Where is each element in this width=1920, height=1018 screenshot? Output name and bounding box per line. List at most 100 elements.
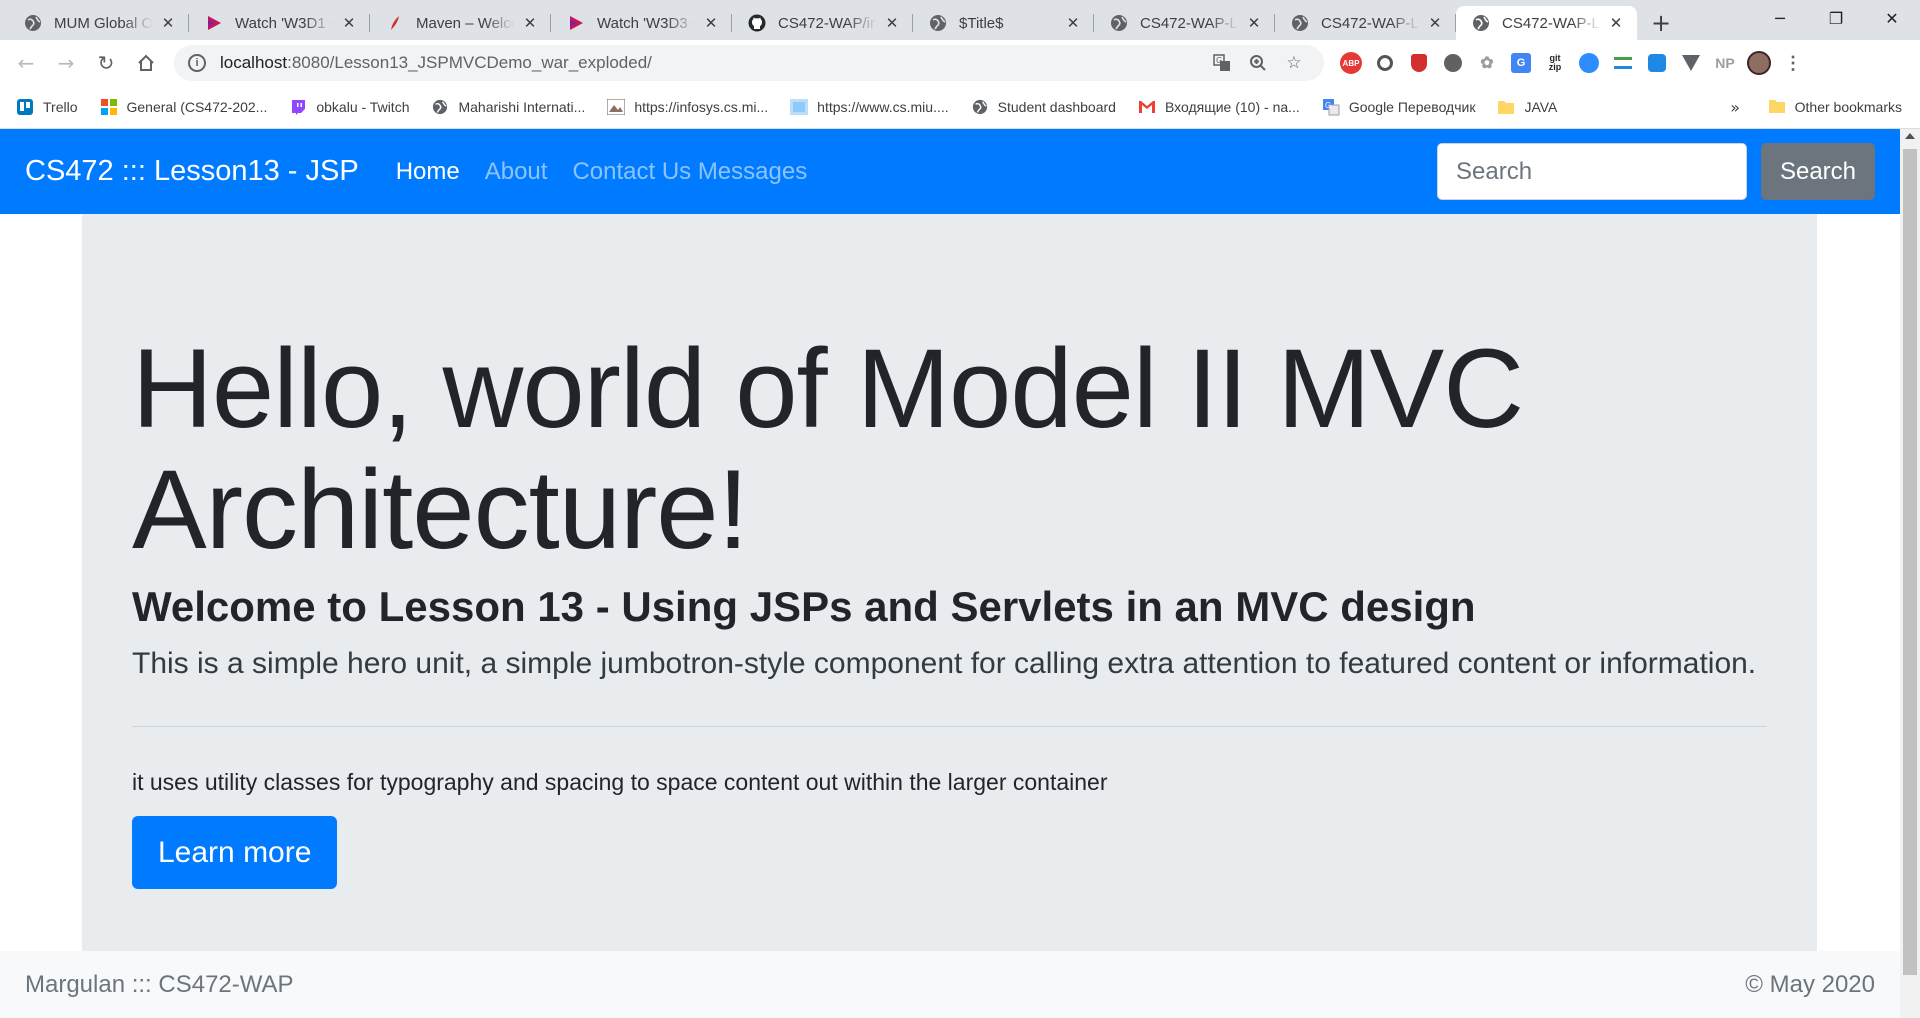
search-input[interactable] (1437, 143, 1747, 200)
bookmark-cs-miu[interactable]: https://www.cs.miu.... (790, 98, 949, 116)
vuejs-icon[interactable] (1674, 48, 1708, 78)
adblock-icon[interactable]: ABP (1334, 48, 1368, 78)
bookmark-star-icon[interactable]: ☆ (1276, 47, 1312, 79)
bookmarks-overflow-icon[interactable]: » (1730, 98, 1740, 117)
url-text[interactable]: localhost:8080/Lesson13_JSPMVCDemo_war_e… (220, 53, 1204, 73)
tab-title: Watch 'W3D1 - (235, 14, 334, 32)
feather-icon (386, 14, 404, 32)
globe-icon (1291, 14, 1309, 32)
svg-text:G: G (1216, 56, 1222, 65)
close-tab-icon[interactable]: ✕ (1426, 14, 1444, 32)
globe-icon (1472, 14, 1490, 32)
gitzip-icon[interactable]: git zip (1538, 48, 1572, 78)
url-path: :8080/Lesson13_JSPMVCDemo_war_exploded/ (287, 53, 652, 72)
close-tab-icon[interactable]: ✕ (521, 14, 539, 32)
close-tab-icon[interactable]: ✕ (1607, 14, 1625, 32)
browser-tab[interactable]: $Title$ ✕ (913, 6, 1094, 40)
forward-icon[interactable]: → (48, 45, 84, 81)
bookmark-label: https://www.cs.miu.... (817, 99, 949, 115)
reload-icon[interactable]: ↻ (88, 45, 124, 81)
bookmark-label: Maharishi Internati... (458, 99, 586, 115)
other-bookmarks[interactable]: Other bookmarks (1768, 98, 1902, 116)
bookmark-general[interactable]: General (CS472-202... (100, 98, 267, 116)
shield-icon[interactable] (1402, 48, 1436, 78)
google-translate-icon[interactable]: G (1504, 48, 1538, 78)
browser-tab[interactable]: MUM Global O ✕ (8, 6, 189, 40)
bookmark-label: JAVA (1524, 99, 1558, 115)
browser-tab[interactable]: Maven – Welco ✕ (370, 6, 551, 40)
paw-icon[interactable]: ✿ (1470, 48, 1504, 78)
browser-tab[interactable]: Watch 'W3D3 - ✕ (551, 6, 732, 40)
extension-blue-icon[interactable] (1640, 48, 1674, 78)
bookmark-folder-java[interactable]: JAVA (1497, 98, 1557, 116)
site-footer: Margulan ::: CS472-WAP © May 2020 (0, 951, 1900, 1018)
close-tab-icon[interactable]: ✕ (1064, 14, 1082, 32)
close-tab-icon[interactable]: ✕ (702, 14, 720, 32)
nav-link-about[interactable]: About (485, 158, 548, 186)
bookmarks-bar: Trello General (CS472-202... obkalu - Tw… (0, 86, 1920, 129)
close-window-icon[interactable]: ✕ (1864, 0, 1920, 36)
home-icon[interactable] (128, 45, 164, 81)
tab-title: MUM Global O (54, 14, 153, 32)
learn-more-button[interactable]: Learn more (132, 816, 338, 889)
globe-icon (971, 98, 989, 116)
github-icon (748, 14, 766, 32)
hero-body-text: it uses utility classes for typography a… (132, 769, 1108, 795)
network-icon[interactable] (1606, 48, 1640, 78)
browser-tab[interactable]: Watch 'W3D1 - ✕ (189, 6, 370, 40)
zoom-video-icon[interactable] (1572, 48, 1606, 78)
adblock-label: ABP (1340, 52, 1362, 74)
tab-title: CS472-WAP/inc (778, 14, 877, 32)
trello-icon (16, 98, 34, 116)
tab-title: $Title$ (959, 14, 1004, 32)
play-icon (205, 14, 223, 32)
translate-icon[interactable]: G (1204, 47, 1240, 79)
bookmark-label: obkalu - Twitch (316, 99, 410, 115)
back-icon[interactable]: ← (8, 45, 44, 81)
new-tab-button[interactable]: + (1643, 6, 1679, 40)
restore-icon[interactable]: ❐ (1808, 0, 1864, 36)
scroll-up-arrow-icon[interactable] (1905, 133, 1915, 139)
divider (132, 726, 1767, 727)
np-icon[interactable]: NP (1708, 48, 1742, 78)
close-tab-icon[interactable]: ✕ (1245, 14, 1263, 32)
footer-copyright: © May 2020 (1745, 970, 1875, 998)
bookmark-trello[interactable]: Trello (16, 98, 78, 116)
search-button[interactable]: Search (1761, 143, 1875, 200)
globe-icon (929, 14, 947, 32)
bookmark-student-dashboard[interactable]: Student dashboard (971, 98, 1116, 116)
bookmark-infosys[interactable]: https://infosys.cs.mi... (607, 98, 768, 116)
bookmark-gmail[interactable]: Входящие (10) - na... (1138, 98, 1300, 116)
close-tab-icon[interactable]: ✕ (159, 14, 177, 32)
search-form: Search (1437, 143, 1875, 200)
nav-link-home[interactable]: Home (396, 158, 460, 186)
bookmark-label: Student dashboard (997, 99, 1116, 115)
address-bar[interactable]: i localhost:8080/Lesson13_JSPMVCDemo_war… (174, 45, 1324, 81)
zoom-icon[interactable] (1240, 47, 1276, 79)
bookmark-google-translate[interactable]: G Google Переводчик (1322, 98, 1475, 116)
menu-kebab-icon[interactable]: ⋮ (1776, 48, 1810, 78)
globe-icon (431, 98, 449, 116)
folder-icon (1497, 98, 1515, 116)
avatar[interactable] (1742, 48, 1776, 78)
extension-circle-icon[interactable] (1368, 48, 1402, 78)
minimize-icon[interactable]: ─ (1752, 0, 1808, 36)
np-label: NP (1715, 55, 1735, 71)
browser-tab[interactable]: CS472-WAP-Le ✕ (1094, 6, 1275, 40)
page-scrollbar[interactable] (1900, 129, 1920, 1018)
nav-link-contact-messages[interactable]: Contact Us Messages (572, 158, 807, 186)
tab-title: Maven – Welco (416, 14, 515, 32)
browser-tab-active[interactable]: CS472-WAP-Le ✕ (1456, 6, 1637, 40)
close-tab-icon[interactable]: ✕ (340, 14, 358, 32)
bookmark-maharishi[interactable]: Maharishi Internati... (431, 98, 585, 116)
browser-tab[interactable]: CS472-WAP/inc ✕ (732, 6, 913, 40)
close-tab-icon[interactable]: ✕ (883, 14, 901, 32)
globe-icon (24, 14, 42, 32)
tab-title: CS472-WAP-Le (1502, 14, 1601, 32)
info-icon[interactable]: i (188, 54, 206, 72)
navbar-brand[interactable]: CS472 ::: Lesson13 - JSP (25, 155, 359, 188)
browser-tab[interactable]: CS472-WAP-Le ✕ (1275, 6, 1456, 40)
extension-dark-icon[interactable] (1436, 48, 1470, 78)
scrollbar-thumb[interactable] (1903, 149, 1917, 975)
bookmark-twitch[interactable]: obkalu - Twitch (289, 98, 409, 116)
